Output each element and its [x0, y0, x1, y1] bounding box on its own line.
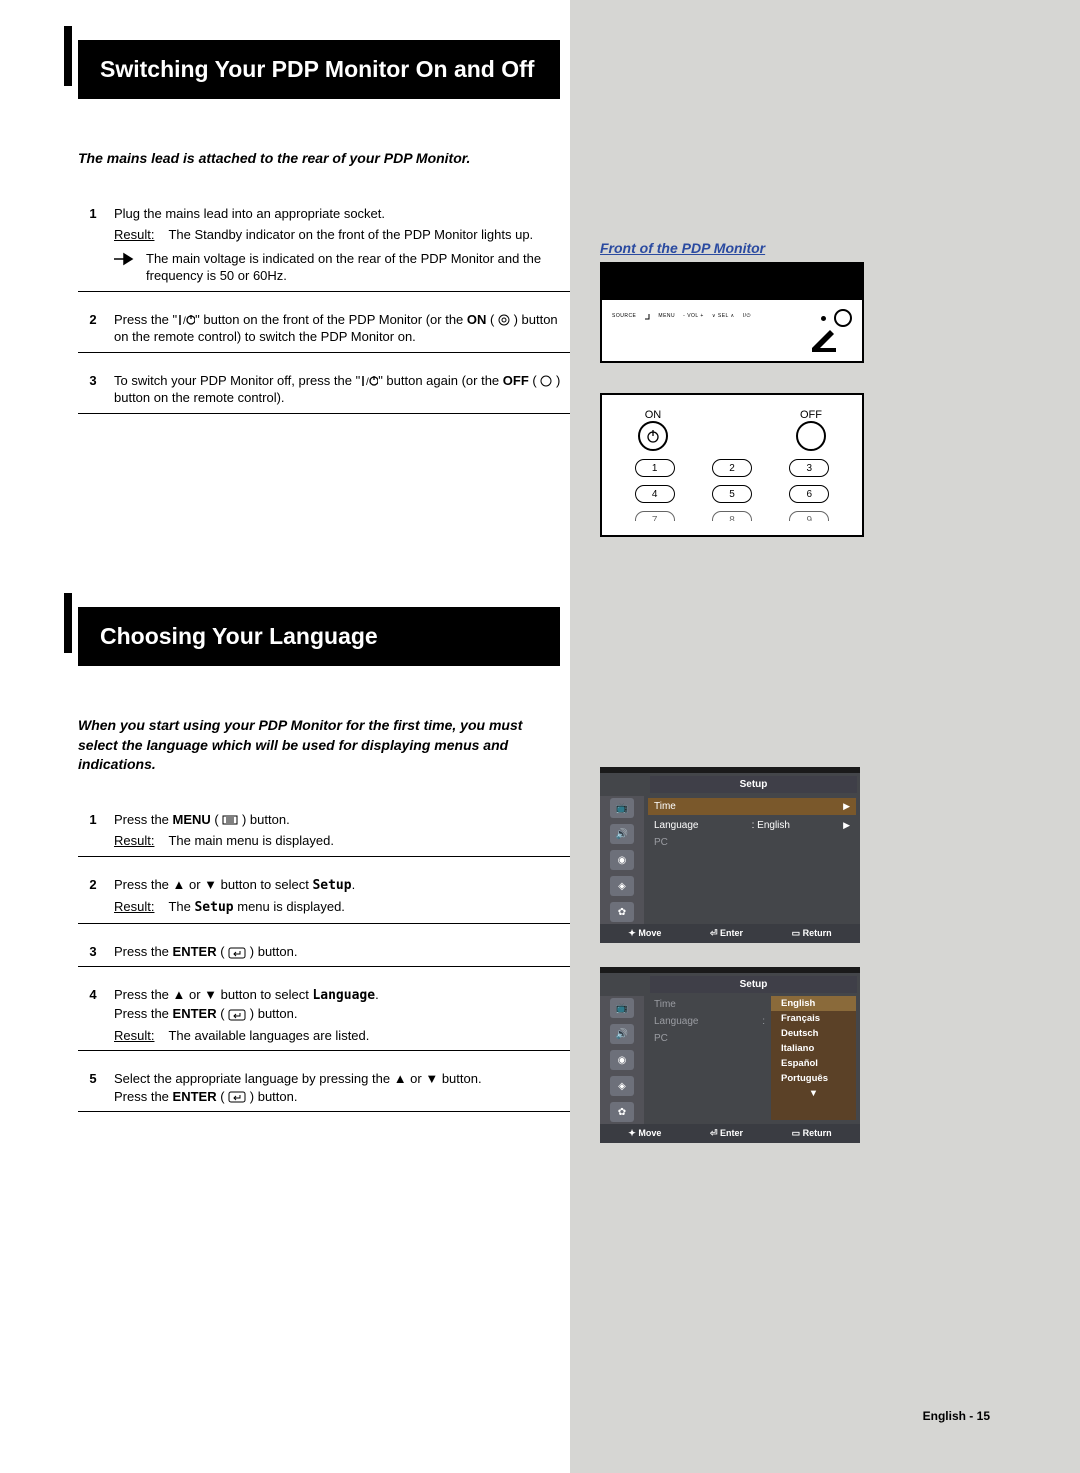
osd-category-icons: 📺 🔊 ◉ ◈ ✿	[600, 996, 644, 1124]
section-switching: Switching Your PDP Monitor On and Off Th…	[60, 40, 560, 427]
step-number: 2	[78, 305, 114, 353]
sound-icon: 🔊	[610, 824, 634, 844]
ir-sensor-icon	[834, 309, 852, 327]
intro-language: When you start using your PDP Monitor fo…	[78, 716, 560, 775]
osd-category-icons: 📺 🔊 ◉ ◈ ✿	[600, 796, 644, 924]
step-text: Press the "/" button on the front of the…	[114, 305, 578, 353]
channel-icon: ◉	[610, 850, 634, 870]
pointer-icon	[114, 252, 136, 266]
standby-led-icon	[821, 316, 826, 321]
remote-digit-button: 7	[635, 511, 675, 521]
remote-digit-button: 2	[712, 459, 752, 477]
language-dropdown: English Français Deutsch Italiano Españo…	[771, 996, 856, 1120]
menu-icon	[222, 815, 238, 825]
enter-icon	[228, 1009, 246, 1021]
remote-off-icon	[540, 375, 552, 387]
remote-digit-button: 8	[712, 511, 752, 521]
remote-digit-button: 5	[712, 485, 752, 503]
section-language: Choosing Your Language When you start us…	[60, 607, 560, 1125]
power-icon	[646, 429, 660, 443]
function-icon: ✿	[610, 902, 634, 922]
page-footer: English - 15	[923, 1409, 990, 1423]
remote-on-icon	[498, 314, 510, 326]
osd-setup-1: Setup 📺 🔊 ◉ ◈ ✿ Time▶ Language: English▶…	[600, 767, 860, 943]
remote-off-button	[796, 421, 826, 451]
sound-icon: 🔊	[610, 1024, 634, 1044]
picture-icon: 📺	[610, 798, 634, 818]
setup-icon: ◈	[610, 1076, 634, 1096]
voltage-note: The main voltage is indicated on the rea…	[114, 250, 572, 285]
enter-icon	[228, 1091, 246, 1103]
intro-switching: The mains lead is attached to the rear o…	[78, 149, 560, 169]
step-text: Plug the mains lead into an appropriate …	[114, 199, 578, 292]
svg-text:/: /	[366, 377, 369, 387]
enter-icon	[228, 947, 246, 959]
step-number: 3	[78, 366, 114, 414]
step-number: 1	[78, 199, 114, 292]
remote-digit-button: 6	[789, 485, 829, 503]
channel-icon: ◉	[610, 1050, 634, 1070]
steps-table-1: 1 Plug the mains lead into an appropriat…	[78, 199, 578, 427]
remote-on-button	[638, 421, 668, 451]
remote-digit-button: 4	[635, 485, 675, 503]
power-icon: /	[177, 314, 195, 326]
remote-digit-button: 1	[635, 459, 675, 477]
result-label: Result:	[114, 226, 154, 244]
svg-text:/: /	[183, 316, 186, 326]
osd-setup-2: Setup 📺 🔊 ◉ ◈ ✿ Time Language: PC	[600, 967, 860, 1143]
heading-language: Choosing Your Language	[78, 607, 560, 666]
step-text: To switch your PDP Monitor off, press th…	[114, 366, 578, 414]
remote-figure: ON OFF 1 2 3 4 5 6	[600, 393, 864, 537]
setup-icon: ◈	[610, 876, 634, 896]
remote-digit-button: 9	[789, 511, 829, 521]
remote-digit-button: 3	[789, 459, 829, 477]
heading-switching: Switching Your PDP Monitor On and Off	[78, 40, 560, 99]
front-panel-caption: Front of the PDP Monitor	[600, 240, 1020, 256]
power-icon: /	[360, 375, 378, 387]
function-icon: ✿	[610, 1102, 634, 1122]
picture-icon: 📺	[610, 998, 634, 1018]
result-text: The Standby indicator on the front of th…	[168, 226, 533, 244]
steps-table-2: 1 Press the MENU ( ) button. Result: The…	[78, 805, 578, 1125]
monitor-front-figure: SOURCE MENU - VOL + ∨ SEL ∧ I/⏻	[600, 262, 864, 363]
enter-small-icon	[644, 313, 650, 323]
